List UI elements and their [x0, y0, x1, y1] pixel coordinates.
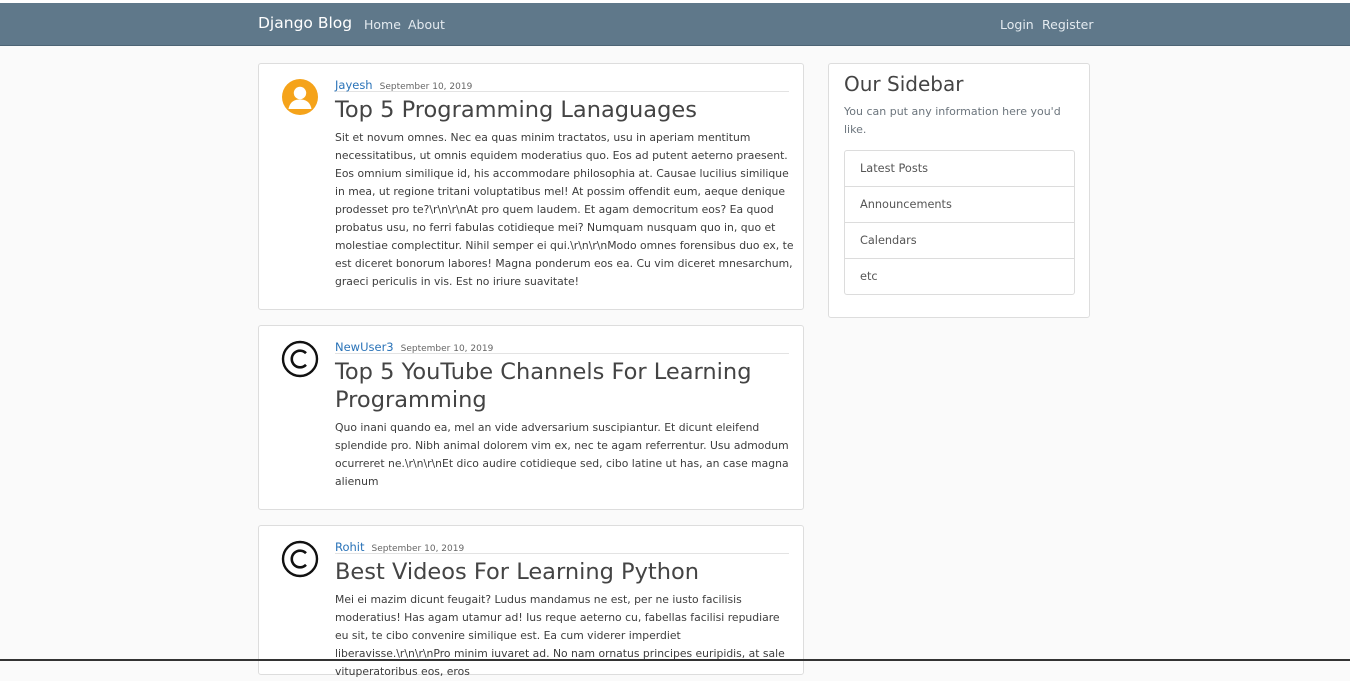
post-card: Jayesh September 10, 2019 Top 5 Programmi… — [258, 63, 804, 310]
sidebar-title: Our Sidebar — [844, 72, 964, 96]
sidebar: Our Sidebar You can put any information … — [828, 63, 1090, 318]
default-user-avatar-icon — [282, 79, 318, 115]
sidebar-item-announcements[interactable]: Announcements — [844, 186, 1075, 223]
copyright-avatar-icon — [281, 340, 319, 378]
copyright-avatar-icon — [281, 540, 319, 578]
post-date: September 10, 2019 — [379, 82, 473, 92]
sidebar-item-calendars[interactable]: Calendars — [844, 222, 1075, 259]
brand-link[interactable]: Django Blog — [258, 14, 352, 32]
nav-about-link[interactable]: About — [408, 17, 445, 32]
post-title-link[interactable]: Top 5 YouTube Channels For Learning Prog… — [335, 358, 789, 414]
post-author-link[interactable]: NewUser3 — [335, 340, 394, 354]
sidebar-item-latest-posts[interactable]: Latest Posts — [844, 150, 1075, 187]
login-link[interactable]: Login — [1000, 17, 1034, 32]
post-title-link[interactable]: Top 5 Programming Lanaguages — [335, 96, 789, 124]
post-content: Quo inani quando ea, mel an vide adversa… — [335, 421, 789, 488]
post-meta: Rohit September 10, 2019 — [335, 536, 789, 554]
sidebar-list: Latest Posts Announcements Calendars etc — [844, 150, 1075, 295]
post-author-link[interactable]: Jayesh — [335, 78, 373, 92]
sidebar-item-etc[interactable]: etc — [844, 258, 1075, 295]
post-card: Rohit September 10, 2019 Best Videos For … — [258, 525, 804, 678]
post-author-link[interactable]: Rohit — [335, 540, 365, 554]
sidebar-description: You can put any information here you'd l… — [844, 105, 1061, 136]
post-content: Mei ei mazim dicunt feugait? Ludus manda… — [335, 593, 785, 678]
post-meta: NewUser3 September 10, 2019 — [335, 336, 789, 354]
post-title-link[interactable]: Best Videos For Learning Python — [335, 558, 789, 586]
post-card: NewUser3 September 10, 2019 Top 5 YouTube… — [258, 325, 804, 510]
register-link[interactable]: Register — [1042, 17, 1093, 32]
post-date: September 10, 2019 — [400, 344, 494, 354]
post-content: Sit et novum omnes. Nec ea quas minim tr… — [335, 131, 794, 288]
nav-home-link[interactable]: Home — [364, 17, 401, 32]
post-date: September 10, 2019 — [371, 544, 465, 554]
navbar: Django Blog Home About Login Register — [0, 3, 1350, 46]
post-meta: Jayesh September 10, 2019 — [335, 74, 789, 92]
